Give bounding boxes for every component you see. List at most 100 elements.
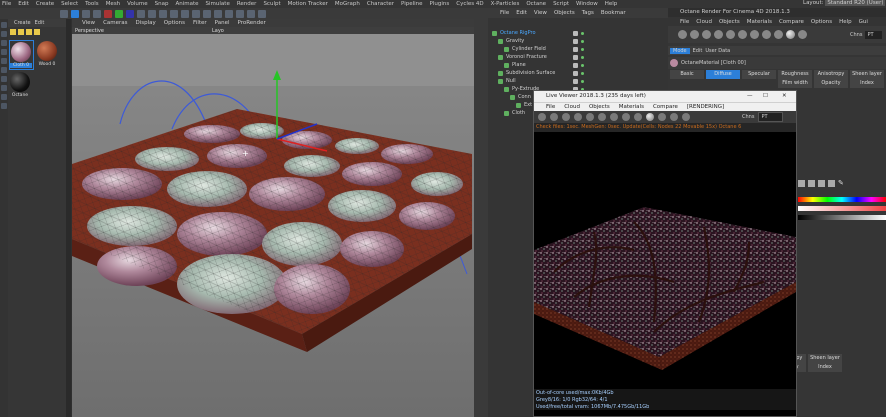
undo-icon[interactable]	[60, 9, 68, 18]
material-menu-edit[interactable]: Edit	[35, 20, 45, 26]
stop-icon[interactable]	[714, 30, 723, 39]
settings-icon[interactable]	[586, 113, 594, 121]
object-row[interactable]: Voronoi Fracture	[488, 54, 668, 62]
menu-item-volume[interactable]: Volume	[127, 1, 147, 7]
lock-icon[interactable]	[1, 103, 7, 109]
render-view-icon[interactable]	[148, 9, 156, 18]
menu-item-create[interactable]: Create	[36, 1, 54, 7]
material-swatch-2[interactable]: Octane	[9, 71, 34, 101]
mat-tool-m-icon[interactable]	[26, 28, 32, 35]
color-wheel-icon[interactable]	[798, 179, 805, 187]
octane-menu-file[interactable]: File	[680, 19, 689, 25]
cloner-icon[interactable]	[214, 9, 222, 18]
attr-tab-0[interactable]: Mode	[670, 47, 690, 54]
restart-icon[interactable]	[550, 113, 558, 121]
enable-toggle[interactable]	[581, 72, 584, 75]
menu-item-edit[interactable]: Edit	[18, 1, 29, 7]
object-menu-objects[interactable]: Objects	[554, 10, 575, 16]
octane-menu-gui[interactable]: Gui	[859, 19, 868, 25]
material-sphere-icon[interactable]	[646, 113, 654, 121]
restart-icon[interactable]	[690, 30, 699, 39]
visibility-toggle[interactable]	[573, 39, 578, 44]
enable-toggle[interactable]	[581, 48, 584, 51]
region-icon[interactable]	[610, 113, 618, 121]
enable-toggle[interactable]	[581, 64, 584, 67]
menu-item-x-particles[interactable]: X-Particles	[491, 1, 520, 7]
pause-icon[interactable]	[702, 30, 711, 39]
mat-tool-t-icon[interactable]	[34, 28, 40, 35]
menu-item-snap[interactable]: Snap	[155, 1, 169, 7]
visibility-toggle[interactable]	[573, 63, 578, 68]
saturation-slider[interactable]	[798, 206, 886, 211]
texture-mode-icon[interactable]	[1, 40, 7, 46]
hue-slider[interactable]	[798, 197, 886, 202]
octane-menu-materials[interactable]: Materials	[747, 19, 772, 25]
subdivision-icon[interactable]	[203, 9, 211, 18]
editor-viewport[interactable]: +	[72, 34, 474, 417]
x-axis-icon[interactable]	[104, 9, 112, 18]
value-slider[interactable]	[798, 215, 886, 220]
menu-item-select[interactable]: Select	[61, 1, 78, 7]
layout-selector[interactable]: Layout: Standard R20 (User)	[800, 0, 886, 8]
send-scene-icon[interactable]	[538, 113, 546, 121]
menu-item-cycles-4d[interactable]: Cycles 4D	[456, 1, 483, 7]
mat-tool-d-icon[interactable]	[10, 28, 16, 35]
visibility-toggle[interactable]	[573, 79, 578, 84]
octane-menu-options[interactable]: Options	[811, 19, 832, 25]
pen-icon[interactable]	[192, 9, 200, 18]
make-editable-icon[interactable]	[1, 22, 7, 28]
viewport-menu-cameras[interactable]: Cameras	[103, 20, 127, 26]
spectrum-icon[interactable]	[808, 179, 815, 187]
enable-toggle[interactable]	[581, 56, 584, 59]
object-row[interactable]: Subdivision Surface	[488, 70, 668, 78]
menu-item-tools[interactable]: Tools	[85, 1, 99, 7]
lock-icon[interactable]	[738, 30, 747, 39]
object-row[interactable]: Octane RigPro	[488, 30, 668, 38]
object-row[interactable]: Gravity	[488, 38, 668, 46]
menu-item-animate[interactable]: Animate	[175, 1, 198, 7]
close-button[interactable]: ✕	[782, 93, 787, 99]
menu-item-script[interactable]: Script	[553, 1, 569, 7]
object-menu-bookmar[interactable]: Bookmar	[601, 10, 626, 16]
camera-icon[interactable]	[247, 9, 255, 18]
render-output[interactable]	[534, 132, 796, 392]
live-viewer-menu--rendering-[interactable]: [RENDERING]	[687, 104, 724, 110]
channel-tab-specular[interactable]: Specular	[742, 70, 776, 79]
object-menu-file[interactable]: File	[500, 10, 509, 16]
live-viewer-menu-file[interactable]: File	[546, 104, 555, 110]
chn-dropdown[interactable]: PT	[865, 30, 882, 39]
viewport-menu-view[interactable]: View	[82, 20, 95, 26]
focus-icon[interactable]	[622, 113, 630, 121]
material-pick-icon[interactable]	[634, 113, 642, 121]
scale-tool-icon[interactable]	[82, 9, 90, 18]
channel-tab-sheen-layer[interactable]: Sheen layer	[808, 354, 842, 363]
material-sphere-icon[interactable]	[786, 30, 795, 39]
live-viewer-menu-compare[interactable]: Compare	[653, 104, 678, 110]
live-viewer-menu-objects[interactable]: Objects	[589, 104, 610, 110]
move-tool-icon[interactable]	[71, 9, 79, 18]
menu-item-motion-tracker[interactable]: Motion Tracker	[288, 1, 328, 7]
channel-tab-diffuse[interactable]: Diffuse	[706, 70, 740, 79]
menu-item-mograph[interactable]: MoGraph	[335, 1, 360, 7]
workplane-icon[interactable]	[1, 49, 7, 55]
points-mode-icon[interactable]	[1, 58, 7, 64]
pick-focus-icon[interactable]	[762, 30, 771, 39]
pause-icon[interactable]	[562, 113, 570, 121]
eyedropper-icon[interactable]: ✎	[838, 179, 845, 187]
material-menu-create[interactable]: Create	[14, 20, 31, 26]
enable-toggle[interactable]	[581, 32, 584, 35]
live-viewer-menu-materials[interactable]: Materials	[619, 104, 644, 110]
octane-menu-compare[interactable]: Compare	[779, 19, 804, 25]
region-icon[interactable]	[750, 30, 759, 39]
polygons-mode-icon[interactable]	[1, 76, 7, 82]
visibility-toggle[interactable]	[573, 71, 578, 76]
coord-icon[interactable]	[137, 9, 145, 18]
object-row[interactable]: Cylinder Field	[488, 46, 668, 54]
viewport-menu-display[interactable]: Display	[136, 20, 156, 26]
subsample-icon[interactable]	[670, 113, 678, 121]
render-settings-icon[interactable]	[170, 9, 178, 18]
material-swatch-1[interactable]: Wood 0	[36, 40, 61, 70]
y-axis-icon[interactable]	[115, 9, 123, 18]
object-menu-edit[interactable]: Edit	[516, 10, 527, 16]
cube-icon[interactable]	[181, 9, 189, 18]
